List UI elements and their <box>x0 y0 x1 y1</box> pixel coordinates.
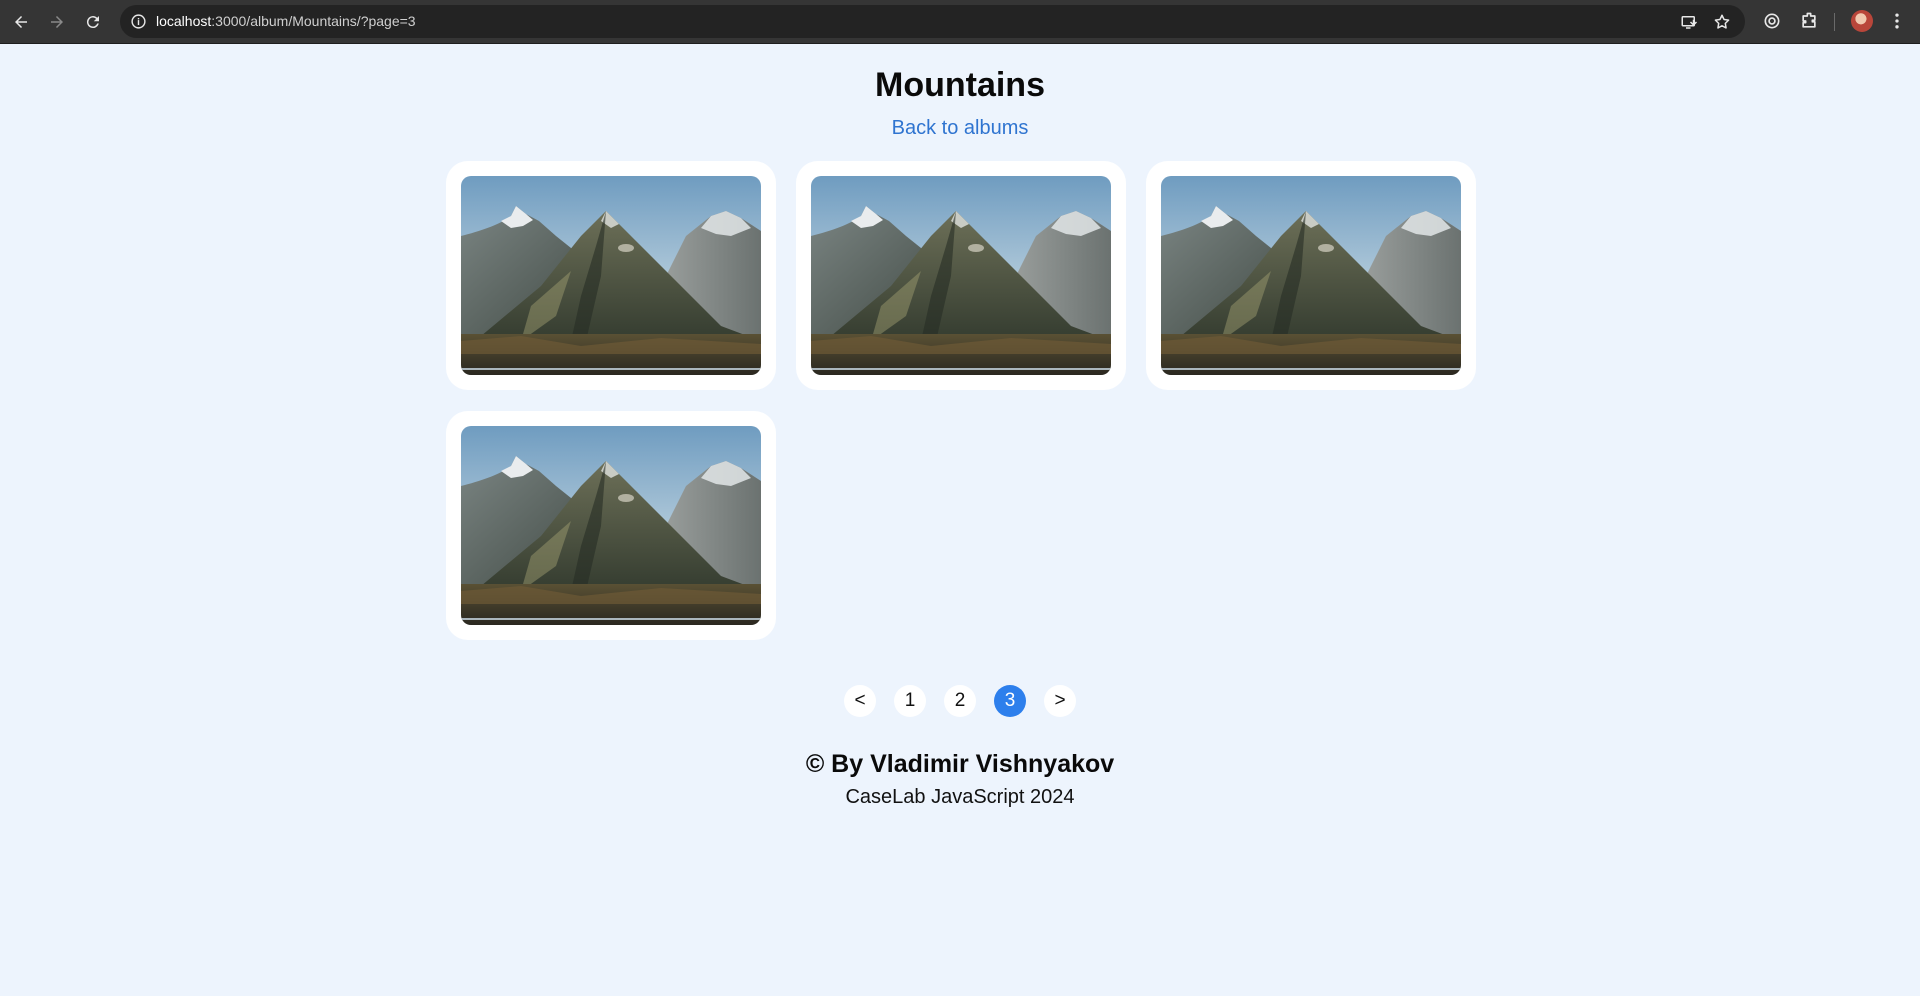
reload-icon[interactable] <box>82 11 104 33</box>
page-content: Mountains Back to albums < 1 2 3 > © By … <box>0 44 1920 996</box>
mountain-photo[interactable] <box>461 426 761 625</box>
mountain-photo[interactable] <box>461 176 761 375</box>
url-host: localhost <box>156 13 212 29</box>
photo-card[interactable] <box>446 161 776 390</box>
mountain-photo[interactable] <box>1161 176 1461 375</box>
browser-toolbar: localhost:3000/album/Mountains/?page=3 <box>0 0 1920 44</box>
footer-subtitle: CaseLab JavaScript 2024 <box>845 786 1075 808</box>
mountain-image <box>811 176 1111 375</box>
mountain-image <box>461 176 761 375</box>
mountain-image <box>1161 176 1461 375</box>
pagination: < 1 2 3 > <box>0 685 1920 717</box>
photo-card[interactable] <box>1146 161 1476 390</box>
album-title: Mountains <box>875 66 1045 104</box>
bookmark-star-icon[interactable] <box>1713 13 1731 31</box>
address-bar[interactable]: localhost:3000/album/Mountains/?page=3 <box>120 5 1745 38</box>
page-button-3-current[interactable]: 3 <box>994 685 1026 717</box>
photo-card[interactable] <box>446 411 776 640</box>
prev-page-button[interactable]: < <box>844 685 876 717</box>
url-path: :3000/album/Mountains/?page=3 <box>211 13 416 29</box>
site-info-icon[interactable] <box>130 13 147 30</box>
extensions-icon[interactable] <box>1799 11 1819 31</box>
more-menu-icon[interactable] <box>1887 11 1907 31</box>
next-page-button[interactable]: > <box>1044 685 1076 717</box>
mountain-image <box>461 426 761 625</box>
page-button-2[interactable]: 2 <box>944 685 976 717</box>
profile-avatar[interactable] <box>1851 10 1873 32</box>
forward-arrow-icon[interactable] <box>46 11 68 33</box>
mountain-photo[interactable] <box>811 176 1111 375</box>
install-app-icon[interactable] <box>1680 13 1698 31</box>
url-text[interactable]: localhost:3000/album/Mountains/?page=3 <box>156 13 416 29</box>
footer-author: © By Vladimir Vishnyakov <box>805 750 1115 778</box>
page-button-1[interactable]: 1 <box>894 685 926 717</box>
back-to-albums-link[interactable]: Back to albums <box>860 117 1060 140</box>
lens-icon[interactable] <box>1762 11 1782 31</box>
photo-card[interactable] <box>796 161 1126 390</box>
toolbar-divider <box>1834 13 1835 31</box>
back-arrow-icon[interactable] <box>10 11 32 33</box>
